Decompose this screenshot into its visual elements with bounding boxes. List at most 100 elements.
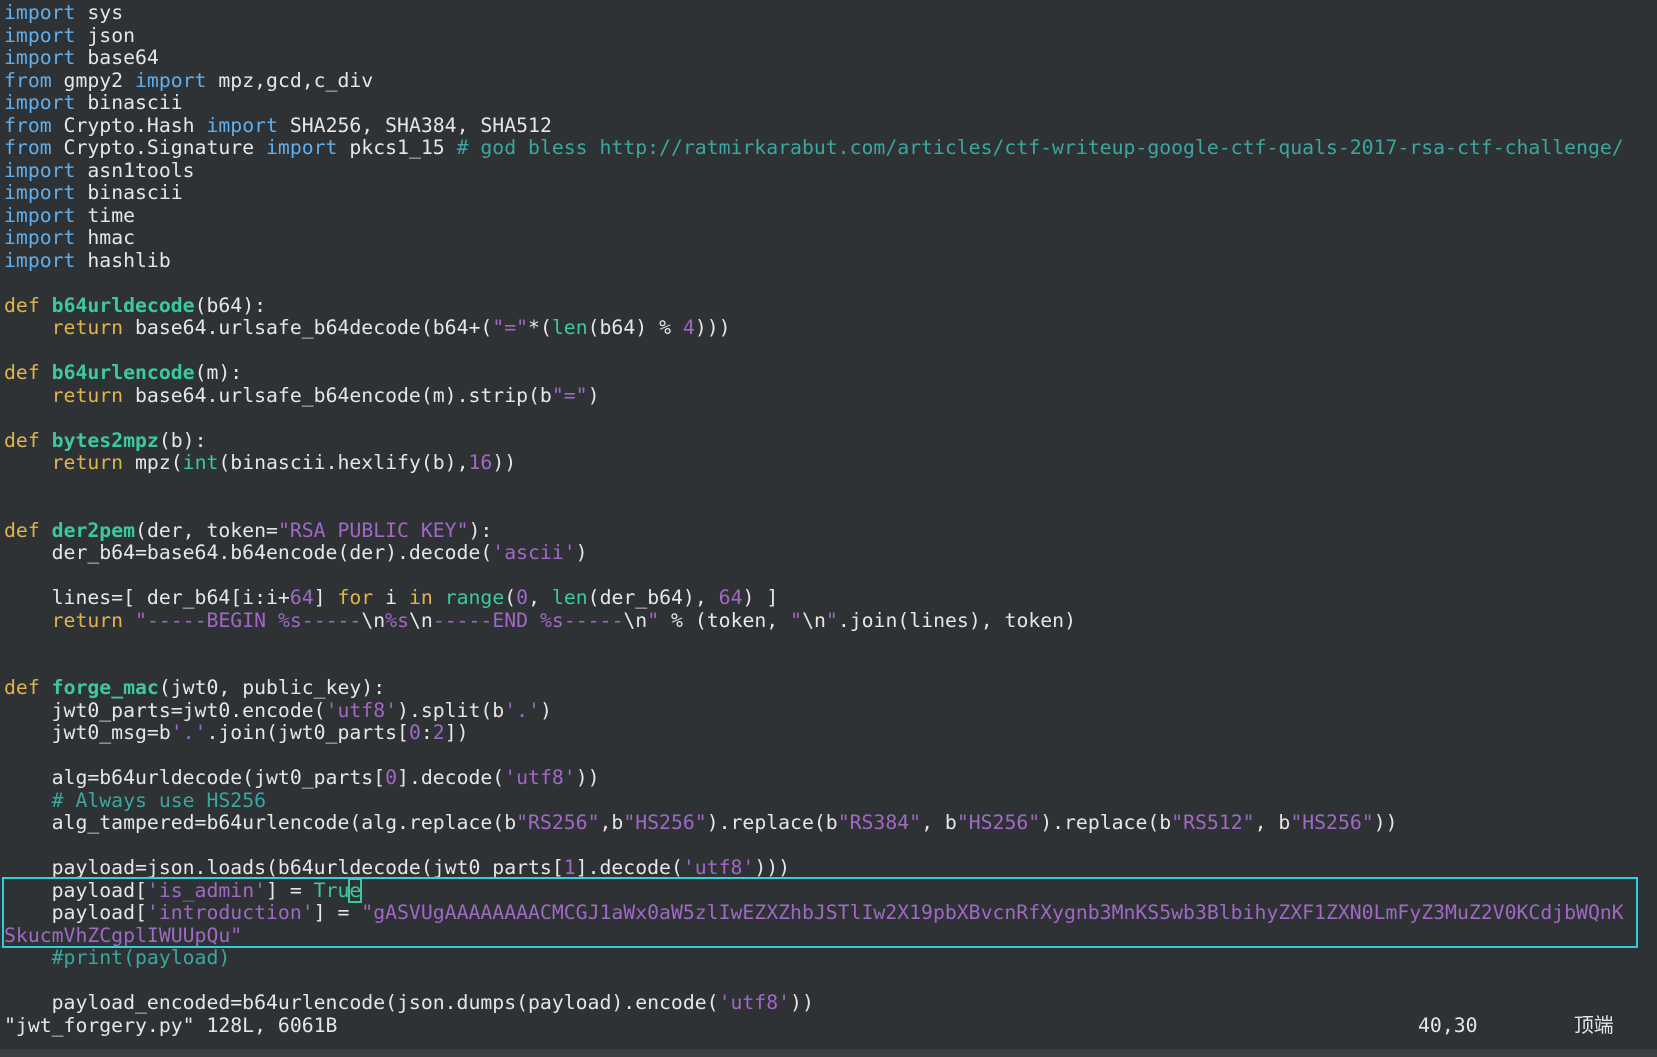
code-token: 1 (563, 856, 576, 879)
code-token: (b64) % (587, 316, 683, 339)
code-token: ) (575, 541, 588, 564)
code-token: def (4, 361, 40, 384)
code-token: " (825, 608, 838, 632)
code-line: def b64urlencode(m): (4, 361, 1624, 385)
code-line: jwt0_msg=b'.'.join(jwt0_parts[0:2]) (4, 721, 1624, 745)
code-token: , b (1254, 811, 1291, 834)
code-line: payload_encoded=b64urlencode(json.dumps(… (4, 991, 1624, 1015)
code-token: 64 (718, 586, 743, 609)
code-editor[interactable]: import sys import json import base64 from g… (4, 1, 1624, 1015)
code-token: ----- (563, 608, 624, 632)
code-token: "=" (551, 383, 588, 407)
code-token: (m): (194, 361, 243, 384)
code-token: , b (921, 811, 957, 834)
code-token: bytes2mpz (51, 428, 159, 452)
text-cursor: e (348, 877, 363, 903)
code-token: ] = (313, 901, 362, 924)
code-token: SkucmVhZCgplIWUUpQu" (4, 923, 243, 947)
code-token: ,b (599, 811, 624, 834)
code-token: alg=b64urldecode(jwt0_parts[ (4, 766, 386, 789)
code-line: import binascii (4, 181, 1624, 205)
code-token: )) (1373, 811, 1398, 834)
code-token: return (51, 608, 124, 632)
code-token: '.' (504, 698, 540, 722)
code-token: sys (75, 1, 124, 24)
code-token: )) (575, 766, 600, 789)
code-token: import (4, 91, 76, 114)
code-token: asn1tools (75, 158, 195, 182)
code-token: ))) (694, 316, 731, 339)
code-token: mpz,gcd,c_div (206, 68, 374, 92)
code-token: ).replace(b (1040, 811, 1172, 834)
terminal-window[interactable]: import sys import json import base64 from g… (0, 0, 1657, 1049)
code-token: ] (313, 586, 338, 609)
code-token: ]) (444, 721, 469, 744)
code-token: \n (361, 608, 386, 632)
code-token: range (444, 586, 505, 609)
code-line: alg_tampered=b64urlencode(alg.replace(b "… (4, 811, 1624, 835)
code-token: %s (277, 608, 302, 632)
code-token: import (266, 136, 338, 159)
code-token: Crypto.Hash (51, 113, 207, 137)
code-token: % (token, (659, 608, 791, 632)
code-token: import (4, 23, 76, 47)
code-token: import (4, 46, 76, 69)
code-token: len (551, 316, 588, 339)
code-token: alg_tampered=b64urlencode(alg.replace(b (4, 811, 517, 834)
code-line: def forge_mac(jwt0, public_key): (4, 676, 1624, 700)
code-token: payload[ (4, 901, 147, 924)
code-line: from gmpy2 import mpz,gcd,c_div (4, 68, 1624, 93)
code-line: return "-----BEGIN %s-----\n%s\n-----END… (4, 608, 1624, 633)
code-line: return base64.urlsafe_b64encode(m).strip… (4, 383, 1624, 408)
code-token: (b64): (194, 293, 267, 317)
code-token: 'utf8' (718, 991, 791, 1014)
code-token: *( (528, 316, 552, 339)
code-line: from Crypto.Hash import SHA256, SHA384, … (4, 113, 1624, 138)
code-token: %s (385, 608, 409, 632)
code-line: import binascii (4, 91, 1624, 115)
code-token: ) (539, 698, 552, 722)
code-token: lines=[ der_b64[i:i+ (4, 586, 290, 609)
code-token: ).split(b (397, 698, 505, 722)
code-token: 2 (432, 721, 445, 744)
code-token: '.' (170, 721, 207, 744)
code-token: base64 (75, 46, 159, 69)
code-token: import (206, 113, 278, 137)
code-token: pkcs1_15 (337, 136, 457, 159)
code-token: (b): (158, 428, 207, 452)
code-token: import (135, 68, 207, 92)
code-line: import time (4, 204, 1624, 228)
code-token: ) ] (742, 586, 779, 609)
code-token: ) (587, 383, 600, 407)
code-token: forge_mac (51, 676, 159, 699)
code-token: i (373, 586, 409, 609)
code-token: payload[ (4, 878, 147, 902)
code-line: import base64 (4, 46, 1624, 70)
code-token: (der, token= (135, 518, 278, 542)
code-token: (binascii.hexlify(b), (218, 451, 469, 474)
code-token: -----END (432, 608, 540, 632)
code-token: ): (468, 518, 493, 542)
code-token: gmpy2 (51, 68, 136, 92)
code-token: def (4, 428, 40, 452)
code-token: \n (802, 608, 826, 632)
status-file-info: "jwt_forgery.py" 128L, 6061B (4, 1014, 338, 1037)
code-line: jwt0_parts=jwt0.encode('utf8').split(b'.… (4, 698, 1624, 723)
code-token: "RS512" (1171, 811, 1255, 834)
